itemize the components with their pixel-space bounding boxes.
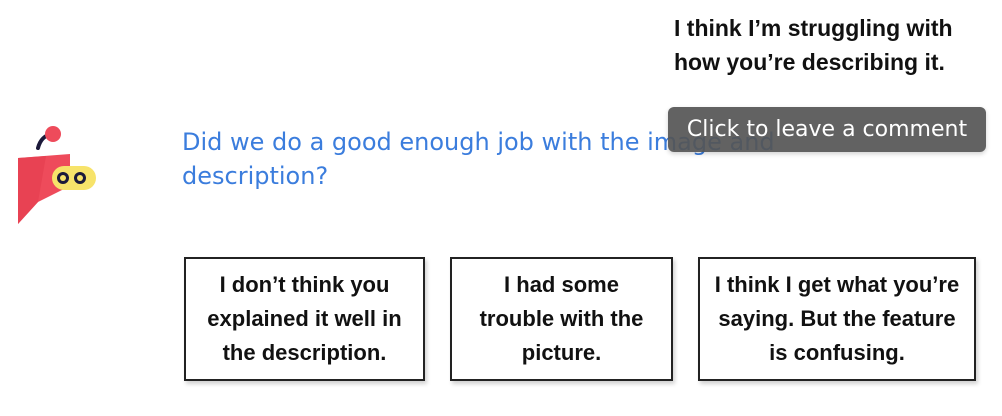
answer-option-feature[interactable]: I think I get what you’re saying. But th…	[698, 257, 976, 381]
robot-mascot-icon	[16, 124, 102, 228]
answer-option-picture[interactable]: I had some trouble with the picture.	[450, 257, 673, 381]
answer-option-label: I think I get what you’re saying. But th…	[714, 272, 960, 365]
leave-comment-tooltip[interactable]: Click to leave a comment	[668, 107, 986, 152]
selected-comment-text: I think I’m struggling with how you’re d…	[674, 15, 953, 75]
answer-option-label: I don’t think you explained it well in t…	[207, 272, 402, 365]
answer-option-description[interactable]: I don’t think you explained it well in t…	[184, 257, 425, 381]
answer-option-label: I had some trouble with the picture.	[479, 272, 644, 365]
